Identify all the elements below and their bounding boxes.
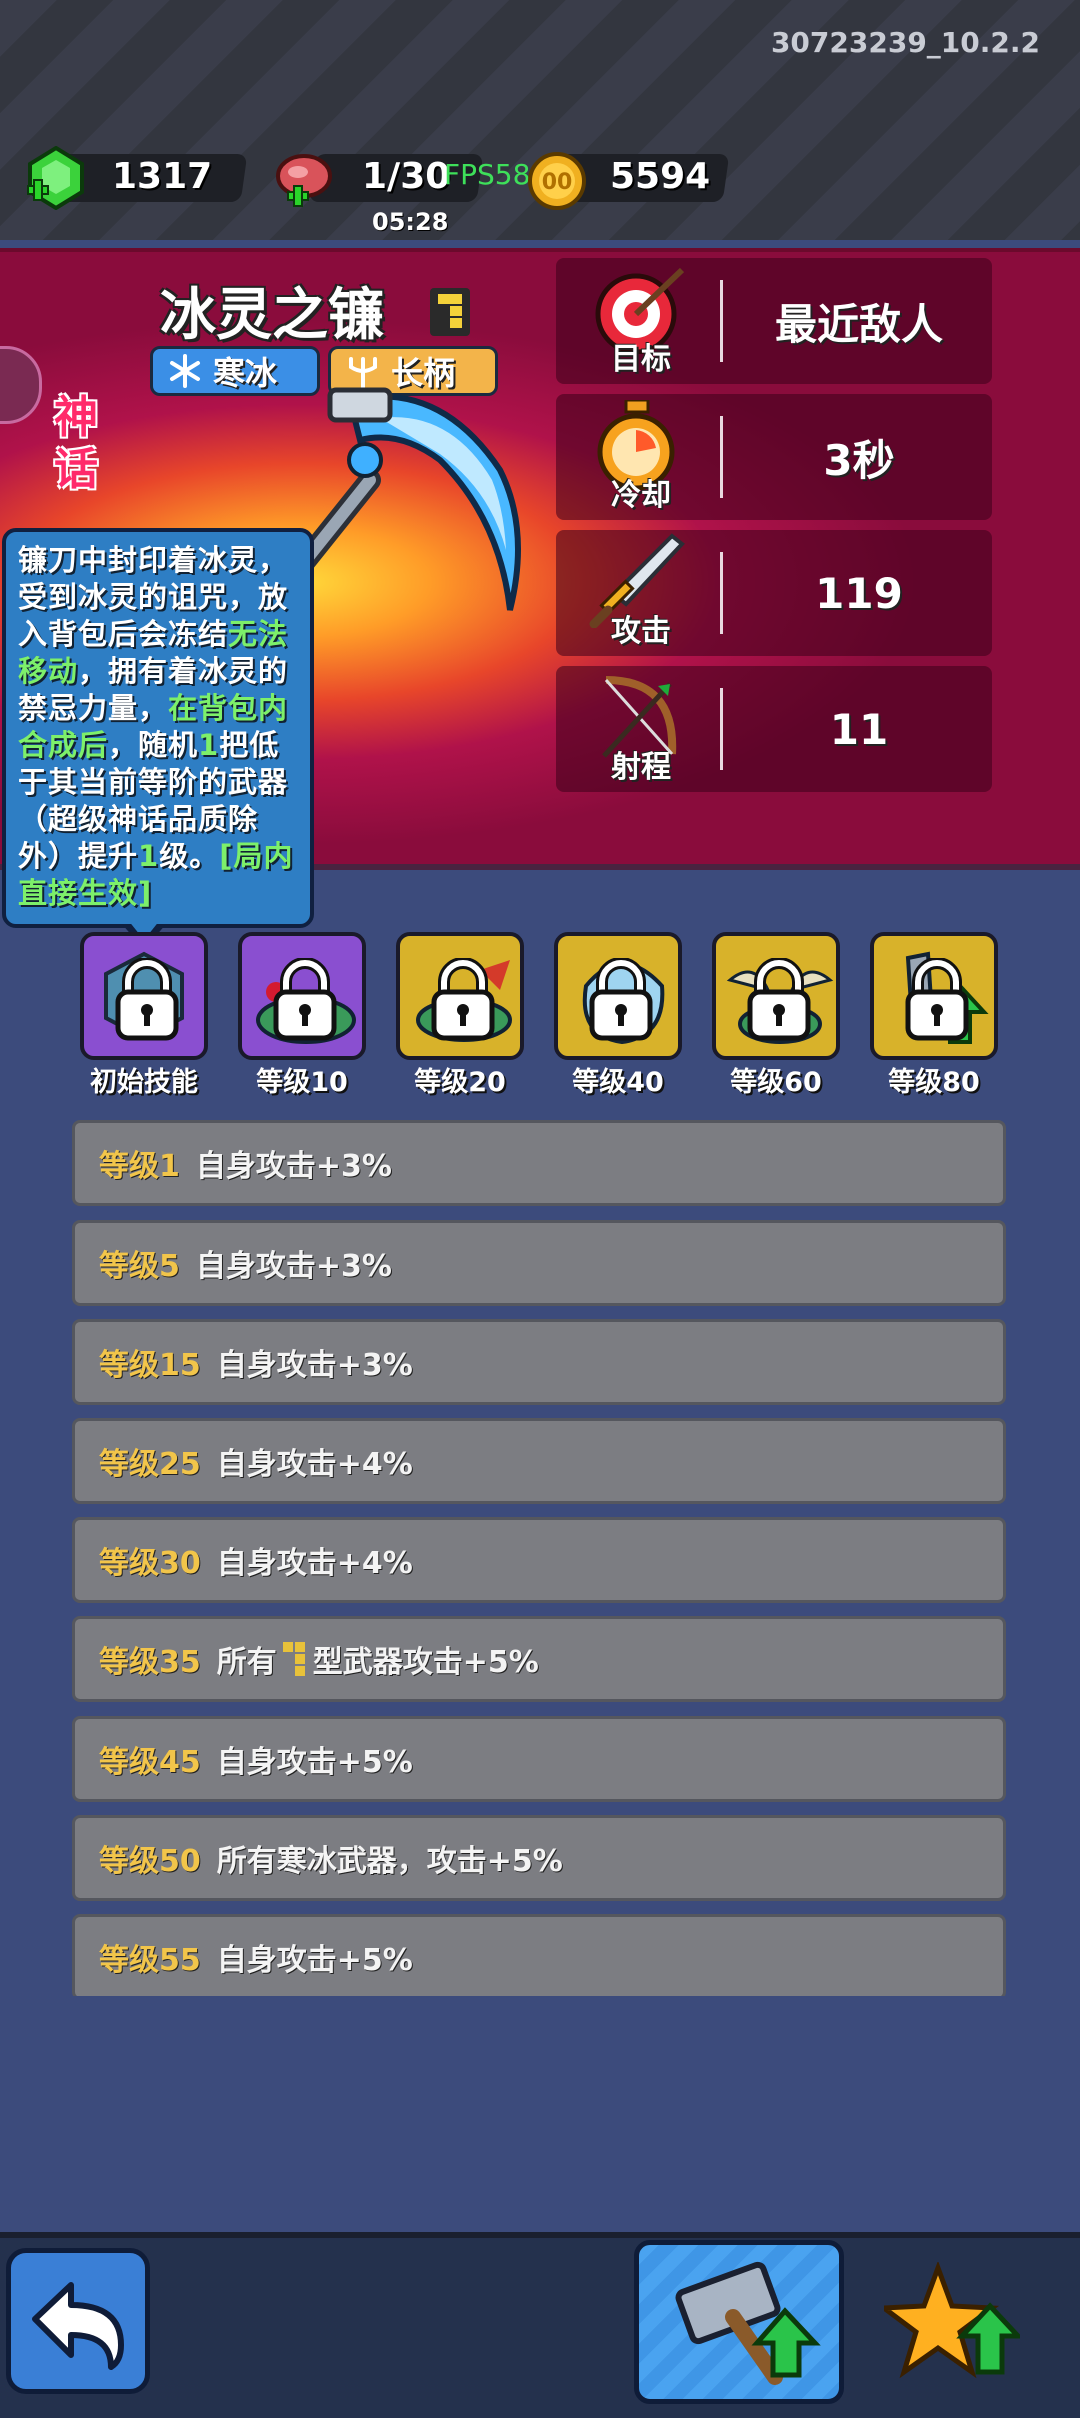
skill-label-initial: 初始技能 — [90, 1067, 198, 1098]
level-tag: 等级1 — [99, 1149, 180, 1184]
level-tag: 等级25 — [99, 1447, 201, 1482]
skill-slot-initial[interactable] — [80, 932, 208, 1060]
tooltip-highlight: 1 — [138, 839, 160, 873]
stat-cooldown-value: 3秒 — [823, 435, 895, 485]
coin-count: 5594 — [610, 156, 711, 197]
level-tag: 等级15 — [99, 1348, 201, 1383]
level-desc: 型武器攻击+5% — [312, 1645, 539, 1680]
level-desc: 自身攻击+5% — [216, 1943, 413, 1978]
stat-target-value: 最近敌人 — [774, 299, 943, 349]
stat-range-label: 射程 — [611, 750, 671, 785]
stat-divider — [720, 280, 723, 362]
lock-icon — [115, 958, 179, 1041]
level-tag: 等级45 — [99, 1745, 201, 1780]
lock-icon — [905, 958, 969, 1041]
level-tag: 等级5 — [99, 1249, 180, 1284]
list-item: 等级1 自身攻击+3% — [72, 1120, 1006, 1206]
level-desc: 自身攻击+4% — [216, 1546, 413, 1581]
weapon-shape-icon — [282, 1642, 305, 1676]
lock-icon — [273, 958, 337, 1041]
back-arrow-icon — [32, 2282, 124, 2370]
level-desc: 所有 — [216, 1645, 277, 1680]
star-upgrade-icon[interactable] — [884, 2262, 1020, 2392]
level-desc: 自身攻击+3% — [216, 1348, 413, 1383]
level-desc: 所有寒冰武器，攻击+5% — [216, 1844, 563, 1879]
level-tag: 等级50 — [99, 1844, 201, 1879]
stat-divider — [720, 552, 723, 634]
skill-label-level40: 等级40 — [572, 1067, 664, 1098]
skill-label-level20: 等级20 — [414, 1067, 506, 1098]
tooltip-text: 级。 — [159, 839, 220, 873]
gem-icon[interactable] — [26, 146, 86, 210]
level-desc: 自身攻击+3% — [195, 1149, 392, 1184]
stat-divider — [720, 416, 723, 498]
stat-attack-label: 攻击 — [611, 614, 671, 649]
hammer-upgrade-icon — [675, 2261, 821, 2385]
lock-icon — [431, 958, 495, 1041]
list-item: 等级55 自身攻击+5% — [72, 1914, 1006, 1996]
list-item: 等级15 自身攻击+3% — [72, 1319, 1006, 1405]
svg-text:00: 00 — [542, 170, 573, 195]
weapon-name: 冰灵之镰 — [160, 283, 384, 348]
stat-cooldown-label: 冷却 — [611, 478, 671, 513]
gem-count: 1317 — [112, 156, 213, 197]
list-item: 等级35 所有 型武器攻击+5% — [72, 1616, 1006, 1702]
stat-target-label: 目标 — [611, 342, 671, 377]
list-item: 等级5 自身攻击+3% — [72, 1220, 1006, 1306]
rarity-text: 神话 — [54, 392, 98, 495]
tooltip-highlight: 1 — [198, 728, 220, 762]
stat-attack-value: 119 — [815, 568, 903, 618]
stamina-timer: 05:28 — [372, 208, 449, 236]
skill-slot-level20[interactable] — [396, 932, 524, 1060]
stamina-count: 1/30 — [362, 156, 451, 197]
level-tag: 等级30 — [99, 1546, 201, 1581]
list-item: 等级45 自身攻击+5% — [72, 1716, 1006, 1802]
stat-cooldown-row: 冷却 3秒 — [556, 394, 992, 520]
skill-slot-level10[interactable] — [238, 932, 366, 1060]
skill-slot-level80[interactable] — [870, 932, 998, 1060]
skill-label-level10: 等级10 — [256, 1067, 348, 1098]
weapon-shape-icon — [430, 288, 470, 336]
level-tag: 等级55 — [99, 1943, 201, 1978]
fps-counter: FPS58 — [444, 158, 531, 191]
skill-label-level60: 等级60 — [730, 1067, 822, 1098]
back-button[interactable] — [6, 2248, 150, 2394]
level-bonus-list[interactable]: 等级1 自身攻击+3% 等级5 自身攻击+3% 等级15 自身攻击+3% 等级25 自身… — [72, 1120, 1006, 1996]
snowflake-icon — [170, 354, 200, 388]
coin-icon[interactable]: 00 — [526, 150, 588, 212]
tooltip-text: ，随机 — [108, 728, 199, 762]
skill-slot-level40[interactable] — [554, 932, 682, 1060]
stat-range-value: 11 — [829, 704, 889, 754]
meat-icon[interactable] — [272, 150, 336, 210]
lock-icon — [589, 958, 653, 1041]
rarity-label: 神话 — [48, 392, 108, 496]
lock-icon — [747, 958, 811, 1041]
stat-divider — [720, 688, 723, 770]
skill-slot-level60[interactable] — [712, 932, 840, 1060]
version-label: 30723239_10.2.2 — [770, 26, 1040, 59]
stat-target-row: 目标 最近敌人 — [556, 258, 992, 384]
stat-range-row: 射程 11 — [556, 666, 992, 792]
skill-label-level80: 等级80 — [888, 1067, 980, 1098]
level-desc: 自身攻击+4% — [216, 1447, 413, 1482]
level-tag: 等级35 — [99, 1645, 201, 1680]
upgrade-forge-button[interactable] — [634, 2240, 844, 2404]
list-item: 等级50 所有寒冰武器，攻击+5% — [72, 1815, 1006, 1901]
level-desc: 自身攻击+3% — [195, 1249, 392, 1284]
skill-tooltip: 镰刀中封印着冰灵，受到冰灵的诅咒，放入背包后会冻结无法移动，拥有着冰灵的禁忌力量… — [2, 528, 314, 928]
level-desc: 自身攻击+5% — [216, 1745, 413, 1780]
stat-attack-row: 攻击 119 — [556, 530, 992, 656]
list-item: 等级30 自身攻击+4% — [72, 1517, 1006, 1603]
list-item: 等级25 自身攻击+4% — [72, 1418, 1006, 1504]
